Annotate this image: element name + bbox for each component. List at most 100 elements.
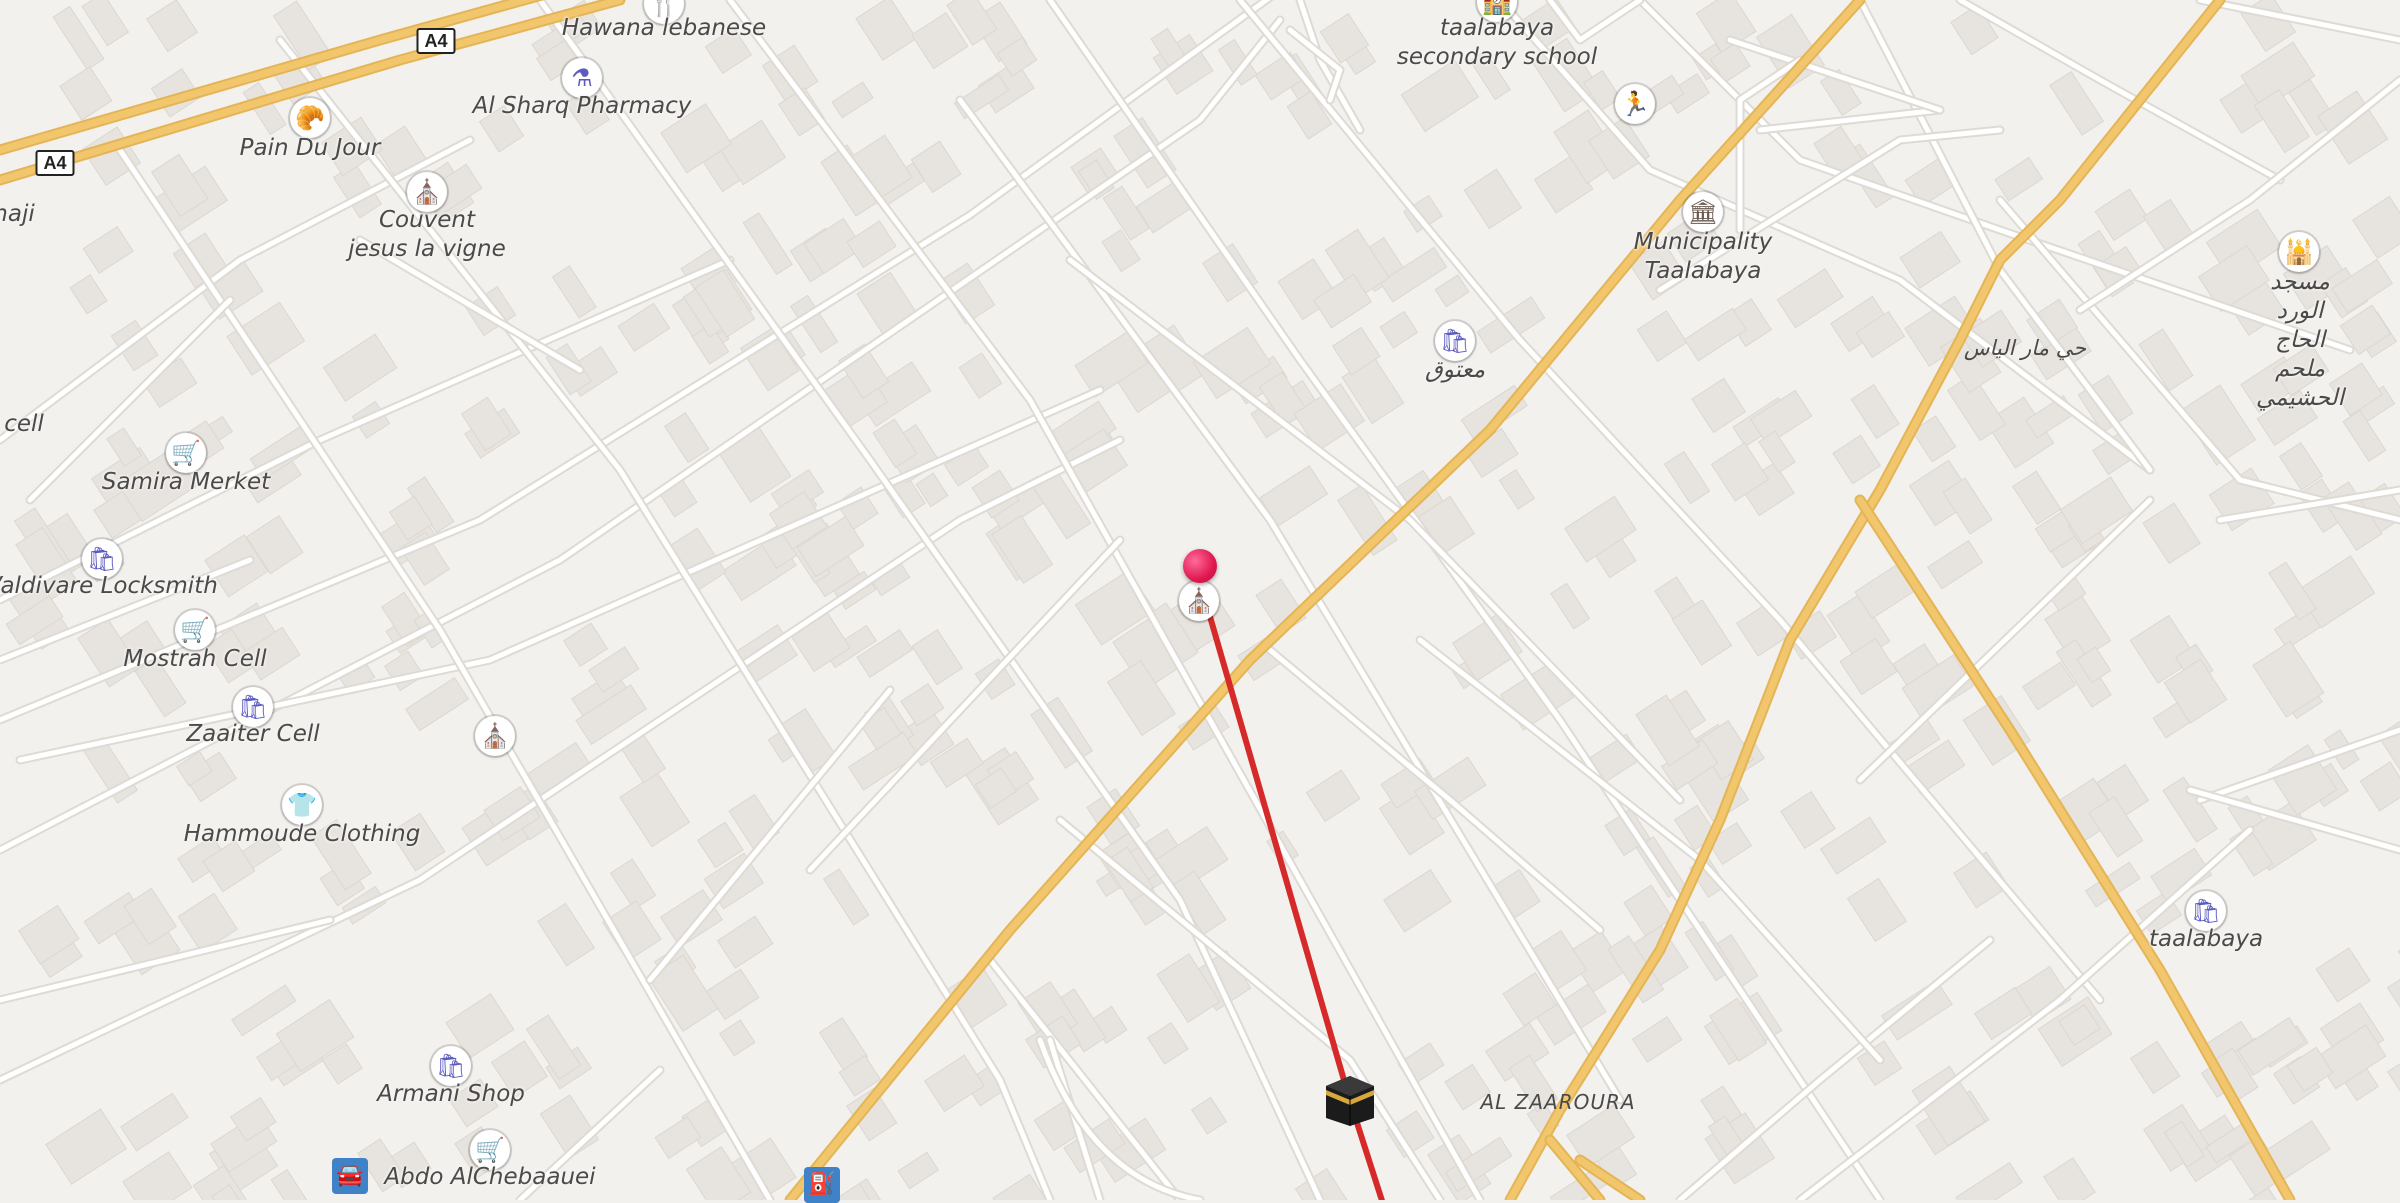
poi-car[interactable]: 🚘 bbox=[332, 1158, 368, 1194]
building bbox=[1780, 790, 1836, 850]
area-label-al-zaaroura: AL ZAAROURA bbox=[1480, 1090, 1636, 1114]
building bbox=[831, 81, 874, 119]
poi-label[interactable]: Couvent jesus la vigne bbox=[348, 206, 506, 264]
poi-pain-du-jour[interactable]: 🥐 bbox=[290, 98, 330, 138]
building bbox=[705, 968, 760, 1021]
building bbox=[1850, 384, 1900, 440]
poi-mostrah-cell[interactable]: 🛒 bbox=[175, 610, 215, 650]
building bbox=[1631, 1016, 1683, 1063]
poi-label[interactable]: Pain Du Jour bbox=[240, 134, 381, 163]
poi-label[interactable]: معتوق bbox=[1425, 356, 1485, 385]
poi-sport[interactable]: 🏃 bbox=[1615, 84, 1655, 124]
poi-label[interactable]: Samira Merket bbox=[102, 468, 270, 497]
building bbox=[1955, 1161, 2023, 1200]
poi-label[interactable]: Hammoude Clothing bbox=[184, 820, 421, 849]
building bbox=[122, 1151, 193, 1200]
government-building-icon: 🏛 bbox=[1687, 198, 1719, 226]
building bbox=[897, 1151, 940, 1190]
building bbox=[322, 333, 398, 402]
building bbox=[1683, 307, 1748, 362]
building bbox=[562, 622, 609, 667]
poi-label[interactable]: Al Sharq Pharmacy bbox=[473, 92, 692, 121]
building bbox=[120, 1092, 189, 1152]
building bbox=[2315, 947, 2371, 1003]
building bbox=[2359, 761, 2400, 812]
building bbox=[1927, 539, 1984, 590]
shopping-bag-icon: 🛍 bbox=[2190, 897, 2222, 925]
area-label-arabic: حي مار الياس bbox=[1963, 336, 2087, 360]
bakery-icon: 🥐 bbox=[295, 104, 325, 132]
shopping-bag-icon: 🛍 bbox=[435, 1052, 467, 1080]
building bbox=[911, 629, 964, 686]
building bbox=[663, 412, 710, 464]
road-shield-a4: A4 bbox=[416, 28, 456, 54]
car-icon: 🚘 bbox=[336, 1163, 364, 1188]
building bbox=[1776, 268, 1844, 329]
building bbox=[1550, 582, 1591, 630]
building bbox=[716, 915, 774, 969]
poi-landmark[interactable]: ⛪ bbox=[1179, 581, 1219, 621]
building bbox=[69, 274, 108, 315]
poi-mosque[interactable]: 🕌 bbox=[2279, 232, 2319, 272]
location-pin-icon[interactable] bbox=[1183, 549, 1217, 583]
running-person-icon: 🏃 bbox=[1620, 90, 1650, 118]
poi-landmark[interactable]: ⛪ bbox=[475, 716, 515, 756]
building bbox=[1880, 979, 1953, 1041]
building bbox=[823, 868, 870, 926]
building bbox=[1636, 310, 1688, 363]
fuel-pump-icon: ⛽ bbox=[808, 1172, 836, 1197]
building bbox=[551, 265, 597, 319]
building bbox=[1832, 434, 1882, 485]
building bbox=[1146, 1022, 1189, 1065]
building bbox=[1498, 469, 1536, 510]
building bbox=[609, 858, 657, 910]
poi-hammoude-clothing[interactable]: 👕 bbox=[282, 785, 322, 825]
poi-label[interactable]: Valdivare Locksmith bbox=[0, 572, 218, 601]
building bbox=[855, 0, 918, 61]
landmark-icon: ⛪ bbox=[412, 178, 442, 206]
poi-maatouk[interactable]: 🛍 bbox=[1435, 321, 1475, 361]
poi-label[interactable]: Hawana lebanese bbox=[562, 14, 766, 43]
building bbox=[2352, 195, 2400, 260]
minor-road bbox=[1757, 107, 1943, 133]
shopping-cart-icon: 🛒 bbox=[171, 439, 201, 467]
poi-label[interactable]: مسجد الورد الحاج ملحم الحشيمي bbox=[2250, 268, 2350, 413]
poi-municipality-taalabaya[interactable]: 🏛 bbox=[1683, 192, 1723, 232]
building bbox=[1305, 769, 1361, 823]
building bbox=[1190, 1096, 1228, 1135]
building bbox=[742, 212, 793, 276]
poi-label[interactable]: taalabaya bbox=[2149, 925, 2263, 954]
area-label-partial: haji bbox=[0, 201, 35, 227]
poi-label[interactable]: taalabaya secondary school bbox=[1397, 14, 1597, 72]
building bbox=[2138, 328, 2194, 392]
building bbox=[2142, 502, 2201, 565]
building bbox=[59, 65, 113, 121]
poi-samira-merket[interactable]: 🛒 bbox=[166, 433, 206, 473]
minor-road bbox=[2197, 0, 2400, 43]
poi-label[interactable]: Armani Shop bbox=[377, 1080, 525, 1109]
landmark-icon: ⛪ bbox=[480, 722, 510, 750]
building bbox=[619, 772, 691, 848]
poi-label[interactable]: Mostrah Cell bbox=[123, 645, 266, 674]
building bbox=[1383, 869, 1452, 933]
landmark-icon: ⛪ bbox=[1184, 587, 1214, 615]
building bbox=[1434, 274, 1470, 308]
building bbox=[2043, 1157, 2096, 1200]
poi-fuel[interactable]: ⛽ bbox=[804, 1167, 840, 1203]
building bbox=[2342, 409, 2387, 462]
kaaba-icon bbox=[1326, 1076, 1374, 1126]
building bbox=[2094, 188, 2149, 242]
shopping-cart-icon: 🛒 bbox=[475, 1136, 505, 1164]
mosque-icon: 🕌 bbox=[2284, 238, 2314, 266]
poi-label[interactable]: Municipality Taalabaya bbox=[1634, 228, 1773, 286]
building bbox=[270, 1168, 322, 1200]
shopping-bag-icon: 🛍 bbox=[1439, 327, 1471, 355]
building bbox=[1899, 230, 1961, 289]
building bbox=[1379, 310, 1419, 349]
shopping-cart-icon: 🛒 bbox=[180, 616, 210, 644]
poi-label[interactable]: Zaaiter Cell bbox=[186, 720, 319, 749]
building bbox=[82, 225, 134, 274]
poi-label[interactable]: Abdo AlChebaauei bbox=[384, 1163, 595, 1192]
shopping-bag-icon: 🛍 bbox=[86, 545, 118, 573]
building bbox=[405, 676, 470, 732]
